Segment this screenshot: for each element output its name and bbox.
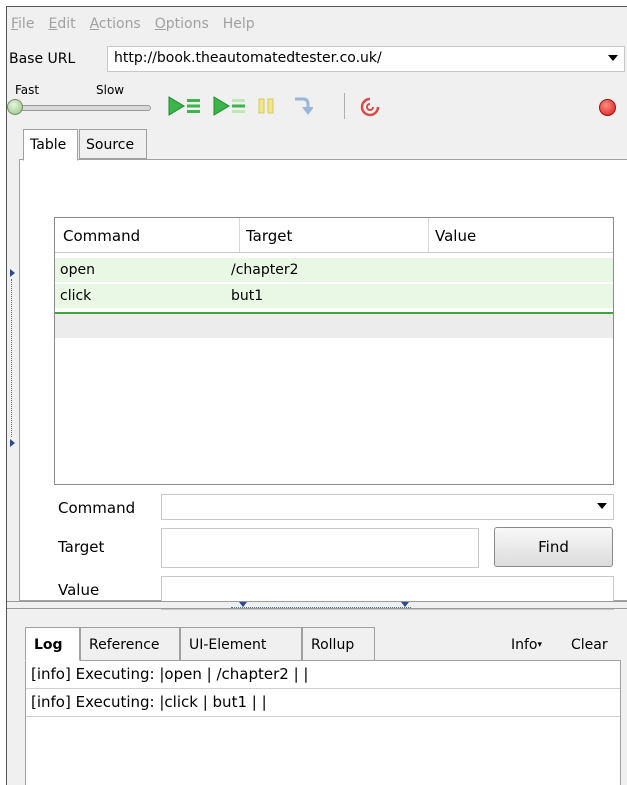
tab-ui-element[interactable]: UI-Element: [180, 627, 302, 661]
value-label: Value: [58, 581, 100, 599]
row-command: open: [60, 262, 95, 278]
menu-file[interactable]: File: [9, 16, 36, 32]
menu-edit-label: dit: [57, 16, 76, 32]
play-all-icon[interactable]: [167, 95, 203, 117]
chevron-down-icon[interactable]: [597, 503, 607, 509]
menu-options-label: ptions: [165, 16, 209, 32]
toolbar: Fast Slow: [7, 79, 627, 123]
step-icon[interactable]: [291, 96, 313, 118]
menu-file-label: ile: [18, 16, 35, 32]
speed-slow-label: Slow: [96, 83, 125, 97]
log-output: [info] Executing: |open | /chapter2 | | …: [25, 660, 621, 785]
clear-button[interactable]: Clear: [571, 637, 608, 653]
menu-file-accel: F: [11, 16, 19, 32]
speed-slider-handle[interactable]: [7, 99, 23, 115]
sidebar-splitter[interactable]: [7, 269, 15, 449]
table-tab-panel: Command Target Value open /chapter2 clic…: [19, 159, 627, 610]
selenium-ide-window: File Edit Actions Options Help Base URL …: [6, 6, 627, 785]
toolbar-separator: [344, 93, 345, 119]
table-header: Command Target Value: [55, 218, 613, 253]
chevron-down-icon[interactable]: [608, 55, 618, 61]
menu-actions-label: ctions: [98, 16, 141, 32]
menu-help-label: Help: [222, 16, 255, 32]
menu-edit[interactable]: Edit: [46, 16, 77, 32]
base-url-input[interactable]: http://book.theautomatedtester.co.uk/: [107, 46, 625, 72]
tab-table[interactable]: Table: [23, 129, 78, 161]
tab-log[interactable]: Log: [25, 627, 80, 661]
target-field[interactable]: [161, 528, 479, 568]
column-divider[interactable]: [239, 218, 240, 252]
collapse-arrow-icon[interactable]: [401, 602, 409, 607]
command-combobox[interactable]: [161, 494, 614, 520]
chevron-down-icon: ▾: [537, 640, 543, 650]
play-current-icon[interactable]: [212, 95, 248, 117]
menu-actions-accel: A: [89, 16, 99, 32]
empty-row[interactable]: [55, 314, 613, 338]
base-url-bar: Base URL http://book.theautomatedtester.…: [7, 44, 627, 74]
info-label: Info: [511, 637, 538, 653]
collapse-arrow-icon[interactable]: [239, 602, 247, 607]
base-url-label: Base URL: [9, 51, 76, 67]
splitter-grip: [11, 279, 12, 437]
column-divider[interactable]: [428, 218, 429, 252]
expand-arrow-icon[interactable]: [10, 269, 15, 277]
log-panel: Log Reference UI-Element Rollup Info▾ Cl…: [7, 611, 627, 785]
menu-edit-accel: E: [48, 16, 58, 32]
menu-actions[interactable]: Actions: [88, 16, 143, 32]
table-row[interactable]: open /chapter2: [55, 258, 613, 282]
expand-arrow-icon[interactable]: [10, 439, 15, 447]
test-editor: Table Source Command Target Value open /…: [19, 127, 627, 610]
tab-source[interactable]: Source: [79, 129, 147, 159]
table-row[interactable]: click but1: [55, 284, 613, 308]
base-url-value: http://book.theautomatedtester.co.uk/: [114, 50, 382, 66]
row-target: but1: [231, 288, 264, 304]
pause-icon[interactable]: [257, 98, 275, 114]
log-line: [info] Executing: |open | /chapter2 | |: [26, 661, 620, 689]
header-command[interactable]: Command: [63, 227, 140, 245]
panel-splitter[interactable]: [7, 601, 627, 609]
row-command: click: [60, 288, 92, 304]
rollup-icon[interactable]: [359, 96, 381, 118]
header-target[interactable]: Target: [246, 227, 292, 245]
log-line: [info] Executing: |click | but1 | |: [26, 689, 620, 717]
menu-help[interactable]: Help: [221, 16, 257, 32]
header-value[interactable]: Value: [435, 227, 476, 245]
menu-options[interactable]: Options: [153, 16, 211, 32]
find-button[interactable]: Find: [494, 527, 613, 567]
tab-reference[interactable]: Reference: [80, 627, 180, 661]
row-target: /chapter2: [231, 262, 299, 278]
record-icon[interactable]: [599, 99, 616, 116]
speed-fast-label: Fast: [15, 83, 40, 97]
splitter-grip: [231, 602, 411, 608]
info-menu[interactable]: Info▾: [511, 637, 542, 653]
tab-rollup[interactable]: Rollup: [302, 627, 375, 661]
speed-slider-track[interactable]: [13, 105, 151, 111]
menu-options-accel: O: [154, 16, 166, 32]
target-label: Target: [58, 538, 105, 556]
command-table: Command Target Value open /chapter2 clic…: [54, 217, 614, 485]
menu-bar: File Edit Actions Options Help: [7, 7, 627, 41]
command-label: Command: [58, 499, 136, 517]
